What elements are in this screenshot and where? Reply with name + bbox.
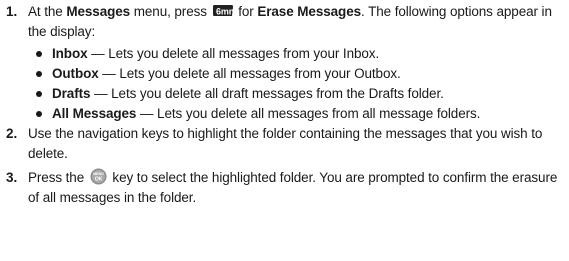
- option-term: Drafts: [52, 86, 91, 101]
- option-name: Erase Messages: [257, 4, 362, 19]
- option-description: — Lets you delete all messages from all …: [136, 106, 481, 121]
- list-item: Inbox — Lets you delete all messages fro…: [36, 44, 566, 64]
- menu-name: Messages: [66, 4, 131, 19]
- key-6-mno-icon: 6mno: [212, 5, 234, 17]
- step-text: At the Messages menu, press 6mno for Era…: [28, 2, 563, 42]
- step-text-segment: At the: [28, 4, 67, 19]
- option-term: Inbox: [52, 46, 88, 61]
- step-text-segment: Press the: [28, 170, 88, 185]
- step-text: Press the MENU OK key to select the high…: [28, 168, 563, 208]
- option-term: All Messages: [52, 106, 137, 121]
- bullet-icon: [36, 51, 42, 57]
- bullet-icon: [36, 71, 42, 77]
- svg-text:6mno: 6mno: [216, 7, 234, 17]
- option-description: — Lets you delete all messages from your…: [98, 66, 401, 81]
- list-item: All Messages — Lets you delete all messa…: [36, 104, 566, 124]
- option-description: — Lets you delete all draft messages fro…: [90, 86, 444, 101]
- option-list: Inbox — Lets you delete all messages fro…: [36, 44, 566, 124]
- step-number: 2.: [6, 126, 18, 141]
- bullet-icon: [36, 91, 42, 97]
- option-description: — Lets you delete all messages from your…: [87, 46, 380, 61]
- svg-text:OK: OK: [94, 176, 102, 182]
- bullet-icon: [36, 111, 42, 117]
- list-item: Outbox — Lets you delete all messages fr…: [36, 64, 566, 84]
- step-text: Use the navigation keys to highlight the…: [28, 126, 543, 161]
- list-item: Drafts — Lets you delete all draft messa…: [36, 84, 566, 104]
- step-number: 3.: [6, 170, 18, 185]
- step-number: 1.: [6, 4, 18, 19]
- step-text-segment: menu, press: [130, 4, 211, 19]
- step-text-segment: for: [234, 4, 258, 19]
- option-term: Outbox: [52, 66, 99, 81]
- instruction-document: 1. At the Messages menu, press 6mno for …: [0, 0, 569, 261]
- menu-ok-key-icon: MENU OK: [90, 168, 107, 185]
- step-text-segment: key to select the highlighted folder. Yo…: [28, 170, 558, 205]
